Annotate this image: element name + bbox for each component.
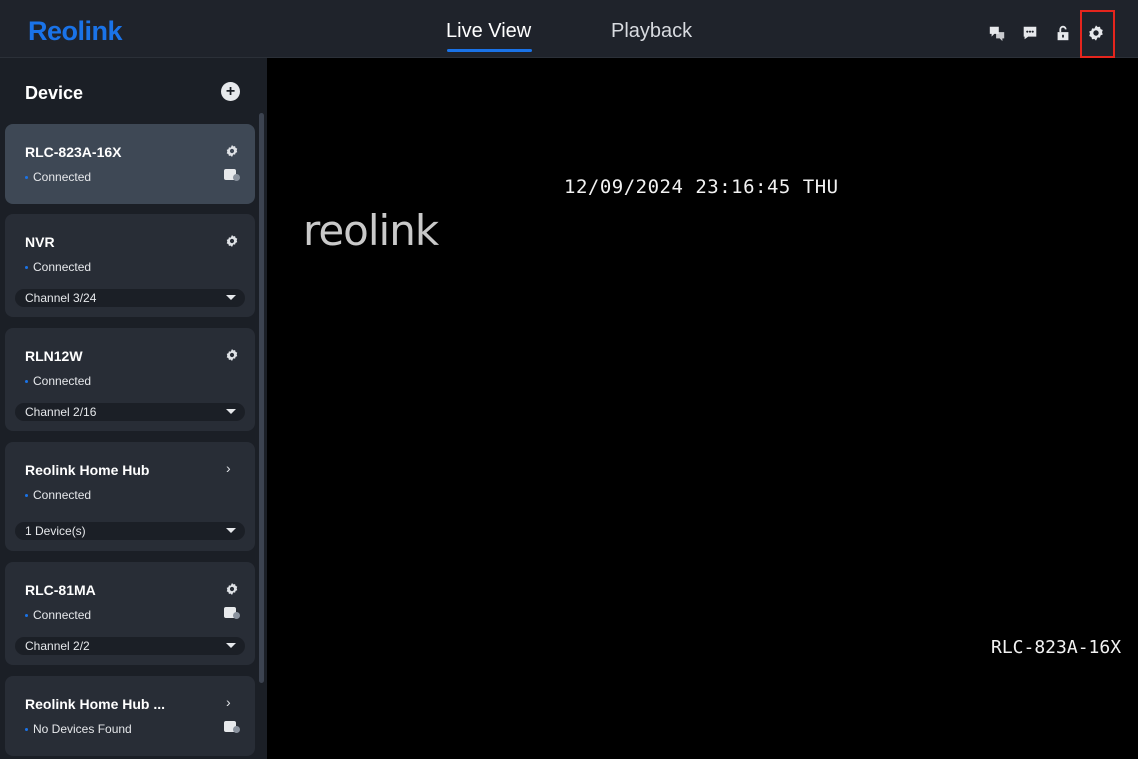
- chevron-right-icon[interactable]: ›: [226, 694, 231, 710]
- caret-down-icon: [226, 643, 236, 648]
- gear-icon[interactable]: [225, 234, 239, 248]
- device-count-dropdown[interactable]: 1 Device(s): [15, 522, 245, 540]
- device-card-rlc-823a-16x[interactable]: RLC-823A-16X Connected: [5, 124, 255, 204]
- storage-badge-icon: [223, 168, 241, 182]
- device-name: NVR: [25, 234, 55, 250]
- storage-badge-icon: [223, 606, 241, 620]
- channel-dropdown[interactable]: Channel 2/16: [15, 403, 245, 421]
- gear-icon[interactable]: [225, 144, 239, 158]
- add-device-button[interactable]: +: [221, 82, 240, 101]
- device-name: Reolink Home Hub: [25, 462, 150, 478]
- storage-badge-icon: [223, 720, 241, 734]
- device-status: No Devices Found: [25, 722, 132, 736]
- device-card-reolink-home-hub-2[interactable]: Reolink Home Hub ... › No Devices Found: [5, 676, 255, 756]
- video-timestamp: 12/09/2024 23:16:45 THU: [564, 176, 839, 198]
- device-status: Connected: [25, 608, 91, 622]
- unlock-icon[interactable]: [1053, 23, 1073, 43]
- caret-down-icon: [226, 528, 236, 533]
- device-status: Connected: [25, 374, 91, 388]
- tab-live-view[interactable]: Live View: [446, 20, 531, 43]
- device-card-rln12w[interactable]: RLN12W Connected Channel 2/16: [5, 328, 255, 431]
- active-tab-indicator: [447, 49, 532, 52]
- device-card-rlc-81ma[interactable]: RLC-81MA Connected Channel 2/2: [5, 562, 255, 665]
- device-name: RLC-823A-16X: [25, 144, 122, 160]
- device-name: RLC-81MA: [25, 582, 96, 598]
- top-bar: Reolink Live View Playback: [0, 0, 1138, 58]
- device-name: RLN12W: [25, 348, 83, 364]
- language-icon[interactable]: [987, 23, 1007, 43]
- caret-down-icon: [226, 295, 236, 300]
- caret-down-icon: [226, 409, 236, 414]
- device-card-nvr[interactable]: NVR Connected Channel 3/24: [5, 214, 255, 317]
- message-icon[interactable]: [1020, 23, 1040, 43]
- video-watermark-logo: reolink: [303, 206, 439, 255]
- device-status: Connected: [25, 488, 91, 502]
- channel-dropdown[interactable]: Channel 2/2: [15, 637, 245, 655]
- sidebar-title: Device: [25, 83, 84, 103]
- gear-icon[interactable]: [225, 582, 239, 596]
- channel-dropdown[interactable]: Channel 3/24: [15, 289, 245, 307]
- tab-playback[interactable]: Playback: [611, 20, 692, 43]
- device-name: Reolink Home Hub ...: [25, 696, 166, 712]
- device-status: Connected: [25, 260, 91, 274]
- sidebar-scrollbar[interactable]: [259, 113, 264, 683]
- gear-icon[interactable]: [225, 348, 239, 362]
- settings-highlight-box: [1080, 10, 1115, 58]
- device-card-reolink-home-hub[interactable]: Reolink Home Hub › Connected 1 Device(s): [5, 442, 255, 551]
- live-video-feed[interactable]: 12/09/2024 23:16:45 THU reolink RLC-823A…: [267, 58, 1138, 759]
- chevron-right-icon[interactable]: ›: [226, 460, 231, 476]
- reolink-logo: Reolink: [28, 16, 123, 46]
- video-camera-label: RLC-823A-16X: [991, 637, 1122, 658]
- device-status: Connected: [25, 170, 91, 184]
- device-sidebar: Device + RLC-823A-16X Connected NVR Conn…: [0, 58, 267, 759]
